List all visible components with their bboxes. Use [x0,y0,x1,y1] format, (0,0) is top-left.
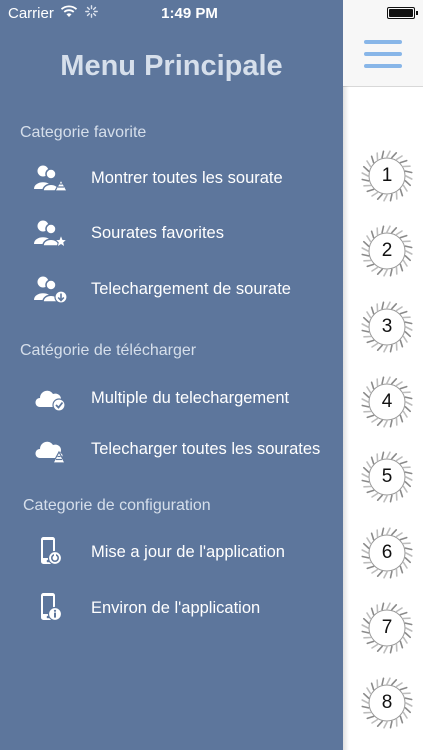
menu-item-about-app[interactable]: Environ de l'application [32,588,332,628]
category-download: Catégorie de télécharger [20,342,197,359]
number-badge-4[interactable]: 4 [361,376,413,428]
number-badge-6[interactable]: 6 [361,526,413,579]
number-badge-label: 4 [381,390,393,412]
users-star-icon [32,217,68,249]
menu-item-update-app[interactable]: Mise a jour de l'application [32,532,332,572]
status-bar: Carrier 1:49 PM [0,0,423,28]
users-download-icon [32,273,68,305]
activity-spinner-icon [84,5,98,22]
menu-item-label: Telecharger toutes les sourates [91,439,321,458]
number-badge-label: 1 [381,165,393,186]
number-badge-1[interactable]: 1 [361,150,413,202]
wifi-icon [60,5,78,22]
category-configuration: Categorie de configuration [23,497,211,514]
number-badge-label: 8 [381,692,393,714]
number-badge-8[interactable]: 8 [361,677,413,729]
number-badge-7[interactable]: 7 [361,602,413,654]
cloud-check-icon [32,382,68,414]
number-badge-label: 3 [381,315,393,337]
phone-update-icon [32,536,68,568]
menu-item-download-sourate[interactable]: Telechargement de sourate [32,269,332,309]
category-favorite: Categorie favorite [20,124,147,141]
side-menu: Menu Principale Categorie favorite Montr… [0,0,343,750]
content-panel: 1 2 3 4 5 6 7 8 [343,0,423,750]
users-list-icon [32,162,68,194]
number-badge-label: 6 [381,541,393,563]
menu-item-label: Montrer toutes les sourate [91,168,283,187]
number-badge-2[interactable]: 2 [361,225,413,277]
menu-item-download-all-sourates[interactable]: Telecharger toutes les sourates [32,429,332,469]
menu-item-label: Multiple du telechargement [91,388,290,407]
menu-item-show-all-sourates[interactable]: Montrer toutes les sourate [32,158,332,198]
menu-item-label: Sourates favorites [91,223,224,242]
number-badge-3[interactable]: 3 [361,300,413,353]
menu-item-multiple-download[interactable]: Multiple du telechargement [32,378,332,418]
carrier-label: Carrier [8,5,54,22]
number-badge-label: 2 [381,240,393,262]
menu-item-label: Environ de l'application [91,598,261,617]
menu-item-label: Telechargement de sourate [91,279,291,298]
number-badge-5[interactable]: 5 [361,451,413,503]
status-time: 1:49 PM [161,5,218,22]
cloud-list-icon [32,433,68,465]
menu-item-label: Mise a jour de l'application [91,542,285,561]
hamburger-menu-icon[interactable] [364,40,402,68]
panel-shadow [343,86,349,750]
menu-title: Menu Principale [60,50,283,82]
battery-icon [387,7,418,19]
menu-item-favorite-sourates[interactable]: Sourates favorites [32,213,332,253]
number-badge-label: 7 [381,616,393,638]
number-badge-label: 5 [381,466,393,488]
phone-info-icon [32,592,68,624]
